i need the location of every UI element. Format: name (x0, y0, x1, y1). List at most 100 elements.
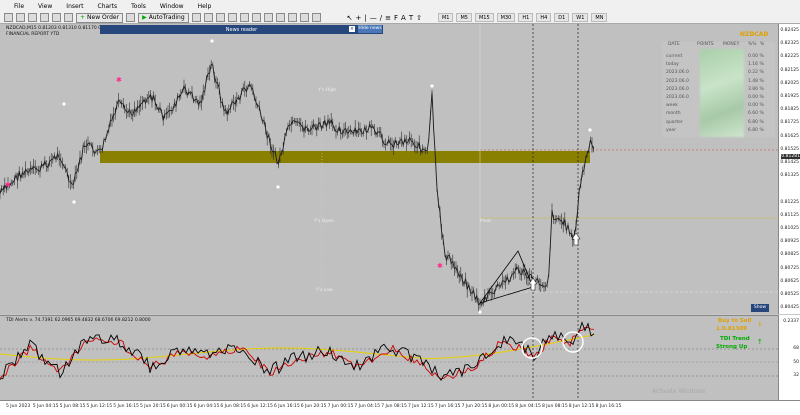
price-tick-label: 0.82225 (780, 54, 799, 60)
fibonacci-icon[interactable]: F (394, 14, 398, 22)
price-axis: 0.82425 0.82325 0.82225 0.82125 0.82025 0.819… (778, 24, 800, 314)
y-open-label: Y's Open (314, 219, 334, 224)
crosshair-icon[interactable]: + (356, 14, 362, 22)
cursor-icon[interactable]: ↖ (347, 14, 353, 22)
autotrading-icon: ▶ (142, 14, 147, 21)
arrow-icon[interactable]: ⇧ (416, 14, 422, 22)
price-chart[interactable]: ✱ ✱ ✱ NZDCAD,M15 0.81203 0.81310 0.81170… (0, 24, 778, 314)
timeframe-mn[interactable]: MN (591, 13, 608, 22)
trendline-icon[interactable]: / (380, 14, 382, 22)
menu-insert[interactable]: Insert (66, 3, 83, 10)
stats-header-pct-pct: %% (748, 42, 757, 47)
price-tick-label: 0.81325 (780, 173, 799, 179)
stats-header-money: MONEY (723, 42, 740, 47)
stats-row-pct: 6.60 % (748, 111, 764, 117)
show-button[interactable]: Show (751, 304, 769, 312)
time-tick-label: 7 Jun 12:15 (408, 404, 434, 409)
menu-view[interactable]: View (38, 3, 52, 10)
chart-shift-icon[interactable] (275, 13, 285, 22)
time-tick-label: 8 Jun 08:15 (542, 404, 568, 409)
stats-row-label: quarter (666, 119, 683, 125)
stats-symbol-title: NZDCAD (740, 31, 769, 38)
stats-header-points: POINTS (697, 42, 714, 47)
zoom-out-icon[interactable] (239, 13, 249, 22)
time-tick-label: 6 Jun 04:15 (193, 404, 220, 409)
time-tick-label: 6 Jun 12:15 (247, 404, 273, 409)
stats-row-pct: 0.00 % (748, 103, 764, 109)
timeframe-h4[interactable]: H4 (536, 13, 552, 22)
time-tick-label: 5 Jun 04:15 (32, 404, 59, 409)
menu-file[interactable]: File (14, 3, 24, 10)
vertical-line-icon[interactable]: | (364, 14, 366, 22)
channel-icon[interactable]: ≡ (385, 14, 391, 22)
time-tick-label: 6 Jun 08:15 (220, 404, 247, 409)
price-series (0, 63, 595, 306)
star-marker-1: ✱ (5, 181, 11, 189)
hide-news-button[interactable]: Hide news (358, 25, 382, 33)
menu-window[interactable]: Window (160, 3, 184, 10)
candlestick-icon[interactable] (203, 13, 213, 22)
price-tick-label: 0.82125 (780, 67, 799, 73)
up-arrow-icon: ↑ (757, 338, 763, 346)
price-tick-label: 0.80825 (780, 252, 799, 258)
stats-row-pct: 6.80 % (748, 119, 764, 125)
star-marker-2: ✱ (116, 76, 122, 84)
stats-blurred-area (700, 49, 744, 137)
horizontal-line-icon[interactable]: — (370, 14, 377, 22)
time-tick-label: 8 Jun 12:15 (568, 404, 595, 409)
indicator-tick-label: 0.2337 (783, 319, 799, 324)
new-order-label: New Order (87, 14, 120, 21)
market-watch-icon[interactable] (28, 13, 37, 22)
meta-editor-icon[interactable] (126, 13, 136, 22)
timeframe-m1[interactable]: M1 (437, 13, 454, 22)
tdi-indicator-panel[interactable]: TDI Alerts v. 74.7391 62.0965 69.4832 68… (0, 315, 778, 401)
menu-tools[interactable]: Tools (131, 3, 146, 10)
menu-charts[interactable]: Charts (98, 3, 118, 10)
text-icon[interactable]: A (401, 14, 406, 22)
close-icon[interactable]: × (349, 26, 355, 32)
stats-row-label: week (666, 103, 678, 109)
stats-row-label: 2023.06.0 (666, 70, 689, 76)
templates-icon[interactable] (311, 13, 321, 22)
timeframe-m15[interactable]: M15 (474, 13, 494, 22)
timeframe-m30[interactable]: M30 (496, 13, 516, 22)
timeframe-h1[interactable]: H1 (518, 13, 534, 22)
timeframe-m5[interactable]: M5 (456, 13, 472, 22)
time-tick-label: 8 Jun 04:15 (515, 404, 541, 409)
stats-row-pct: 1.16 % (748, 62, 764, 68)
stats-row-pct: 0.00 % (748, 54, 764, 59)
terminal-icon[interactable] (64, 13, 73, 22)
time-tick-label: 8 Jun 00:15 (488, 404, 515, 409)
new-order-button[interactable]: + New Order (76, 12, 124, 23)
timeframe-w1[interactable]: W1 (572, 13, 589, 22)
down-arrow-icon: ↓ (757, 320, 763, 328)
autoscroll-icon[interactable] (263, 13, 273, 22)
time-tick-label: 5 Jun 12:15 (86, 404, 113, 409)
line-chart-icon[interactable] (215, 13, 225, 22)
price-tick-label: 0.81425 (780, 160, 799, 165)
price-tick-label: 0.81825 (780, 107, 799, 113)
menu-help[interactable]: Help (198, 3, 212, 10)
time-tick-label: 7 Jun 20:15 (461, 404, 488, 409)
price-tick-label: 0.80525 (780, 292, 799, 297)
data-window-icon[interactable] (40, 13, 49, 22)
indicators-icon[interactable] (287, 13, 297, 22)
autotrading-button[interactable]: ▶ AutoTrading (138, 12, 189, 23)
autotrading-label: AutoTrading (148, 14, 185, 21)
bar-chart-icon[interactable] (191, 13, 201, 22)
tile-icon[interactable] (251, 13, 261, 22)
new-chart-icon[interactable] (4, 13, 13, 22)
profiles-icon[interactable] (16, 13, 25, 22)
time-tick-label: 6 Jun 16:15 (274, 404, 300, 409)
news-reader-bar[interactable]: News reader × Hide news (100, 25, 383, 34)
timeframe-d1[interactable]: D1 (554, 13, 570, 22)
navigator-icon[interactable] (52, 13, 61, 22)
stats-header-pct: % (760, 42, 765, 47)
candle-wicks (0, 60, 594, 312)
stats-row-label: year (666, 127, 677, 133)
periods-icon[interactable] (299, 13, 309, 22)
label-icon[interactable]: T (409, 14, 413, 22)
zoom-in-icon[interactable] (227, 13, 237, 22)
stats-row-pct: 1.48 % (748, 78, 764, 84)
time-tick-label: 5 Jun 2023 (6, 404, 31, 409)
